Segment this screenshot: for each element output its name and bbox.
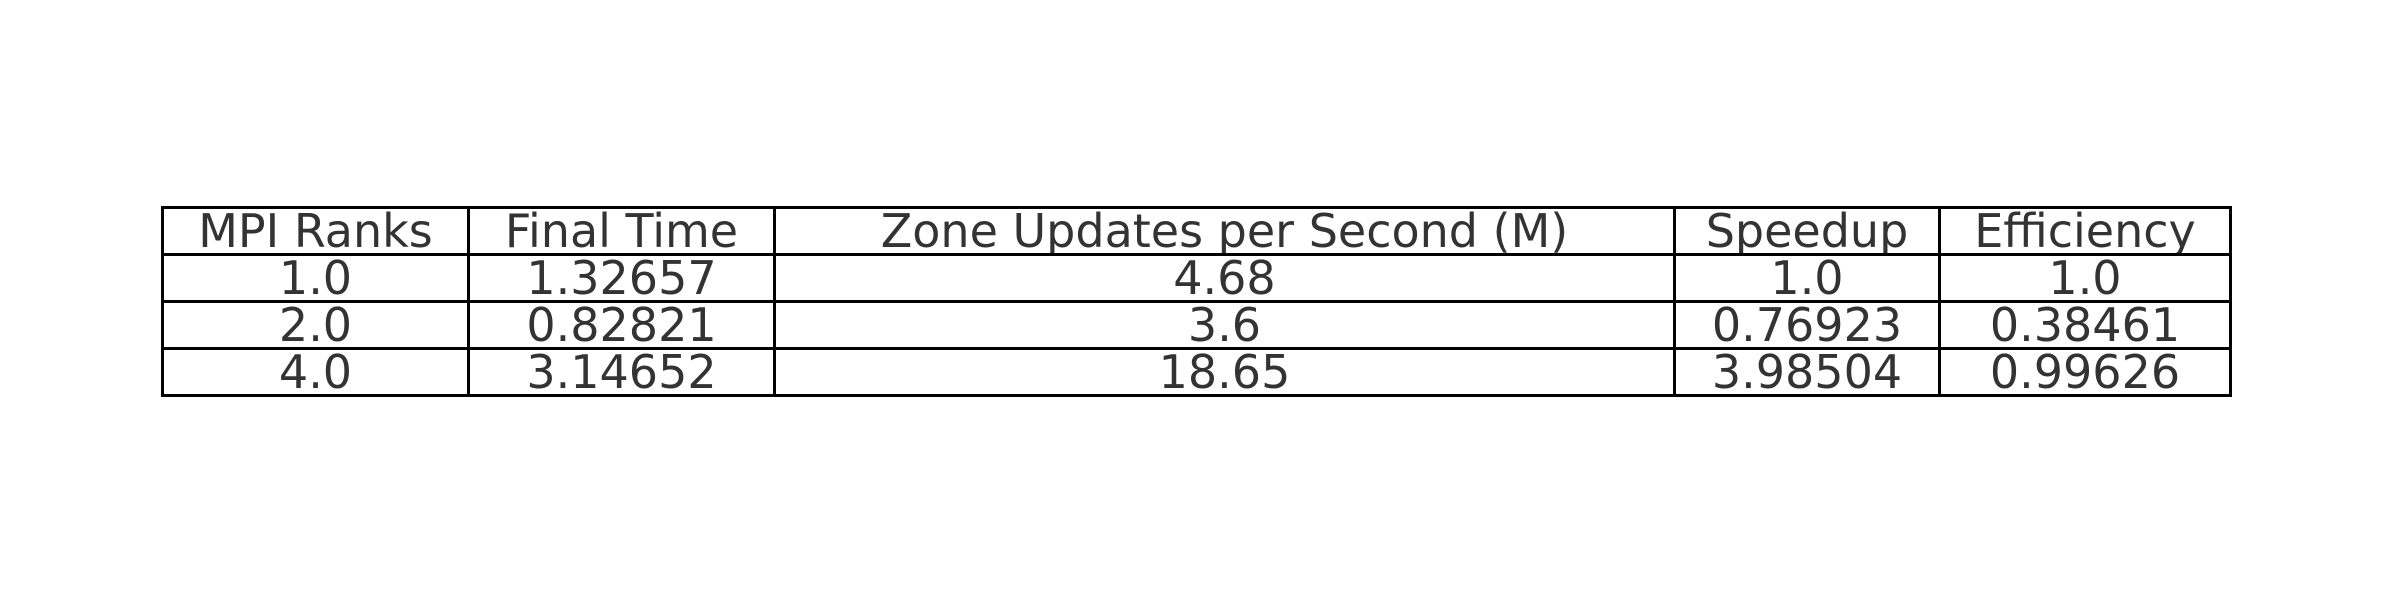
results-table: MPI Ranks Final Time Zone Updates per Se…: [161, 206, 2232, 397]
cell-final-time: 3.14652: [467, 347, 776, 397]
header-efficiency: Efficiency: [1938, 206, 2232, 256]
header-zone-updates: Zone Updates per Second (M): [773, 206, 1676, 256]
cell-speedup: 0.76923: [1673, 300, 1941, 350]
cell-efficiency: 0.99626: [1938, 347, 2232, 397]
cell-mpi-ranks: 4.0: [161, 347, 470, 397]
cell-zone-updates: 3.6: [773, 300, 1676, 350]
cell-final-time: 0.82821: [467, 300, 776, 350]
header-row: MPI Ranks Final Time Zone Updates per Se…: [161, 206, 2232, 256]
cell-speedup: 1.0: [1673, 253, 1941, 303]
header-final-time: Final Time: [467, 206, 776, 256]
header-mpi-ranks: MPI Ranks: [161, 206, 470, 256]
table-row: 2.0 0.82821 3.6 0.76923 0.38461: [161, 300, 2232, 350]
cell-zone-updates: 4.68: [773, 253, 1676, 303]
cell-zone-updates: 18.65: [773, 347, 1676, 397]
cell-mpi-ranks: 1.0: [161, 253, 470, 303]
cell-speedup: 3.98504: [1673, 347, 1941, 397]
cell-final-time: 1.32657: [467, 253, 776, 303]
cell-efficiency: 1.0: [1938, 253, 2232, 303]
table-container: MPI Ranks Final Time Zone Updates per Se…: [161, 206, 2232, 397]
table-row: 4.0 3.14652 18.65 3.98504 0.99626: [161, 347, 2232, 397]
table-row: 1.0 1.32657 4.68 1.0 1.0: [161, 253, 2232, 303]
header-speedup: Speedup: [1673, 206, 1941, 256]
cell-mpi-ranks: 2.0: [161, 300, 470, 350]
cell-efficiency: 0.38461: [1938, 300, 2232, 350]
